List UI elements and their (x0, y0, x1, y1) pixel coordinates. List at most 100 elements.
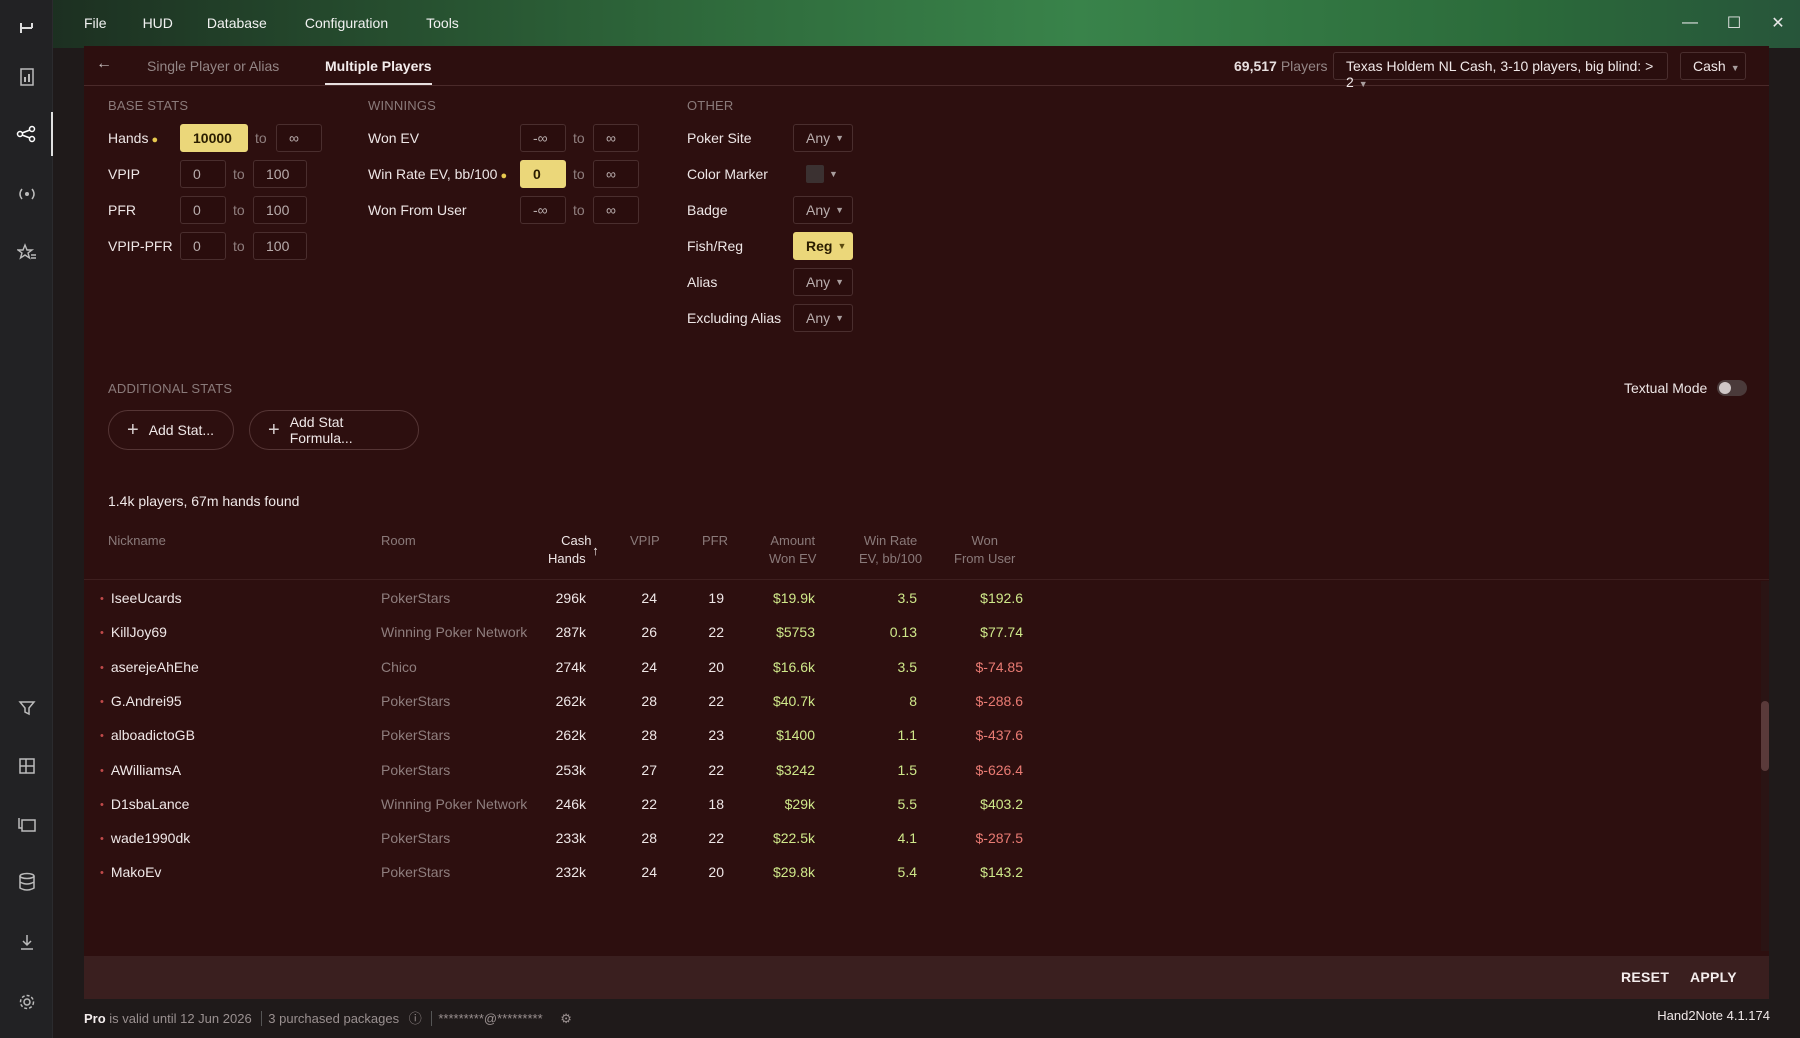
col-pfr[interactable]: PFR (702, 532, 728, 550)
packages-count[interactable]: 3 purchased packages (261, 1011, 400, 1026)
vpip-max-input[interactable]: 100 (253, 160, 307, 188)
fish-reg-dropdown[interactable]: Reg ▼ (793, 232, 853, 260)
vpip-pfr-max-input[interactable]: 100 (253, 232, 307, 260)
excluding-alias-dropdown[interactable]: Any ▼ (793, 304, 853, 332)
col-amount-won-ev[interactable]: Amount Won EV (769, 532, 816, 568)
cell-amount-won-ev: $19.9k (772, 590, 815, 606)
to-label: to (233, 238, 245, 254)
pfr-max-input[interactable]: 100 (253, 196, 307, 224)
win-rate-min-input[interactable]: 0 (520, 160, 566, 188)
cell-pfr: 18 (708, 795, 724, 812)
table-row[interactable]: alboadictoGB PokerStars 262k 28 23 $1400 1.1 $-… (84, 718, 1754, 752)
settings-icon[interactable] (0, 980, 53, 1024)
players-table-body: IseeUcards PokerStars 296k 24 19 $19.9k 3.5 $19… (84, 581, 1769, 953)
maximize-button[interactable]: ☐ (1712, 8, 1756, 38)
col-win-rate[interactable]: Win Rate EV, bb/100 (859, 532, 922, 568)
cell-nickname: wade1990dk (100, 830, 190, 846)
back-arrow-icon[interactable]: ← (96, 55, 112, 73)
cell-room: PokerStars (381, 864, 451, 881)
table-row[interactable]: MakoEv PokerStars 232k 24 20 $29.8k 5.4 $143.2 (84, 855, 1754, 889)
players-icon[interactable] (0, 112, 53, 156)
alias-dropdown[interactable]: Any ▼ (793, 268, 853, 296)
layout-icon[interactable] (0, 744, 53, 788)
col-vpip[interactable]: VPIP (630, 532, 660, 550)
col-winrate-line1: Win Rate (863, 533, 918, 548)
hud-live-icon[interactable] (0, 172, 53, 216)
game-type-dropdown[interactable]: Cash ▼ (1680, 52, 1746, 80)
tab-single-player[interactable]: Single Player or Alias (147, 58, 279, 74)
chevron-down-icon: ▼ (835, 277, 845, 287)
minimize-button[interactable]: — (1668, 8, 1712, 38)
col-wonfrom-line1: Won (971, 533, 998, 548)
info-icon[interactable]: ⓘ (409, 1011, 422, 1026)
chevron-down-icon: ▼ (1358, 79, 1368, 89)
close-button[interactable]: ✕ (1756, 8, 1800, 38)
menu-database[interactable]: Database (207, 12, 267, 36)
vpip-label: VPIP (108, 166, 140, 182)
table-row[interactable]: G.Andrei95 PokerStars 262k 28 22 $40.7k 8 $-288… (84, 684, 1754, 718)
download-icon[interactable] (0, 920, 53, 964)
logo-icon[interactable] (0, 6, 53, 50)
win-rate-max-input[interactable]: ∞ (593, 160, 639, 188)
menu-file[interactable]: File (84, 12, 107, 36)
col-room[interactable]: Room (381, 532, 416, 550)
apply-button[interactable]: APPLY (1690, 969, 1737, 985)
menu-hud[interactable]: HUD (143, 12, 173, 36)
table-row[interactable]: wade1990dk PokerStars 233k 28 22 $22.5k 4.1 $-2… (84, 821, 1754, 855)
poker-site-value: Any (806, 130, 831, 146)
color-marker-dropdown[interactable]: ▼ (793, 160, 853, 188)
base-stats-title: BASE STATS (108, 98, 189, 113)
col-cash-hands[interactable]: Cash Hands ↑ (548, 532, 599, 568)
won-from-user-max-input[interactable]: ∞ (593, 196, 639, 224)
textual-mode-toggle[interactable]: Textual Mode (1624, 380, 1748, 396)
cell-vpip: 28 (641, 692, 657, 709)
add-stat-formula-button[interactable]: + Add Stat Formula... (249, 410, 419, 450)
badge-dropdown[interactable]: Any ▼ (793, 196, 853, 224)
add-stat-button[interactable]: + Add Stat... (108, 410, 234, 450)
modified-dot-icon: ● (151, 134, 159, 146)
cell-win-rate: 3.5 (897, 658, 917, 675)
cell-vpip: 24 (641, 658, 657, 675)
cell-win-rate: 0.13 (889, 624, 917, 641)
panel-footer: RESET APPLY (84, 956, 1769, 999)
menu-configuration[interactable]: Configuration (305, 12, 388, 36)
toggle-switch[interactable] (1717, 380, 1748, 396)
reset-button[interactable]: RESET (1621, 969, 1669, 985)
won-ev-max-input[interactable]: ∞ (593, 124, 639, 152)
table-row[interactable]: IseeUcards PokerStars 296k 24 19 $19.9k 3.5 $19… (84, 581, 1754, 615)
alias-value: Any (806, 274, 831, 290)
table-header: Nickname Room Cash Hands ↑ VPIP PFR Amou… (84, 524, 1769, 580)
cell-pfr: 22 (708, 830, 724, 847)
poker-site-dropdown[interactable]: Any ▼ (793, 124, 853, 152)
col-amount-line1: Amount (770, 533, 816, 548)
cell-win-rate: 5.5 (897, 795, 917, 812)
won-from-user-min-input[interactable]: -∞ (520, 196, 566, 224)
vpip-pfr-min-input[interactable]: 0 (180, 232, 226, 260)
col-winrate-line2: EV, bb/100 (859, 551, 923, 566)
table-scrollbar-thumb[interactable] (1761, 701, 1769, 771)
table-row[interactable]: AWilliamsA PokerStars 253k 27 22 $3242 1.5 $-62… (84, 753, 1754, 787)
cell-won-from-user: $-287.5 (975, 830, 1023, 847)
col-amount-line2: Won EV (769, 551, 817, 566)
favorites-icon[interactable] (0, 230, 53, 274)
vpip-min-input[interactable]: 0 (180, 160, 226, 188)
pfr-min-input[interactable]: 0 (180, 196, 226, 224)
table-row[interactable]: aserejeAhEhe Chico 274k 24 20 $16.6k 3.5 $-74.8… (84, 650, 1754, 684)
database-icon[interactable] (0, 860, 53, 904)
tab-multiple-players[interactable]: Multiple Players (325, 58, 432, 85)
game-filter-dropdown[interactable]: Texas Holdem NL Cash, 3-10 players, big … (1333, 52, 1668, 90)
other-title: OTHER (687, 98, 734, 113)
table-row[interactable]: KillJoy69 Winning Poker Network 287k 26 22 $5… (84, 615, 1754, 649)
menu-tools[interactable]: Tools (426, 12, 459, 36)
game-filter-value: Texas Holdem NL Cash, 3-10 players, big … (1346, 58, 1654, 90)
table-row[interactable]: D1sbaLance Winning Poker Network 246k 22 18 $… (84, 787, 1754, 821)
col-won-from-user[interactable]: Won From User (954, 532, 1015, 568)
filter-icon[interactable] (0, 686, 53, 730)
hands-max-input[interactable]: ∞ (276, 124, 322, 152)
won-ev-min-input[interactable]: -∞ (520, 124, 566, 152)
account-settings-icon[interactable]: ⚙ (560, 1011, 572, 1026)
col-nickname[interactable]: Nickname (108, 532, 166, 550)
hands-min-input[interactable]: 10000 (180, 124, 248, 152)
replayer-icon[interactable] (0, 803, 53, 847)
reports-icon[interactable] (0, 55, 53, 99)
